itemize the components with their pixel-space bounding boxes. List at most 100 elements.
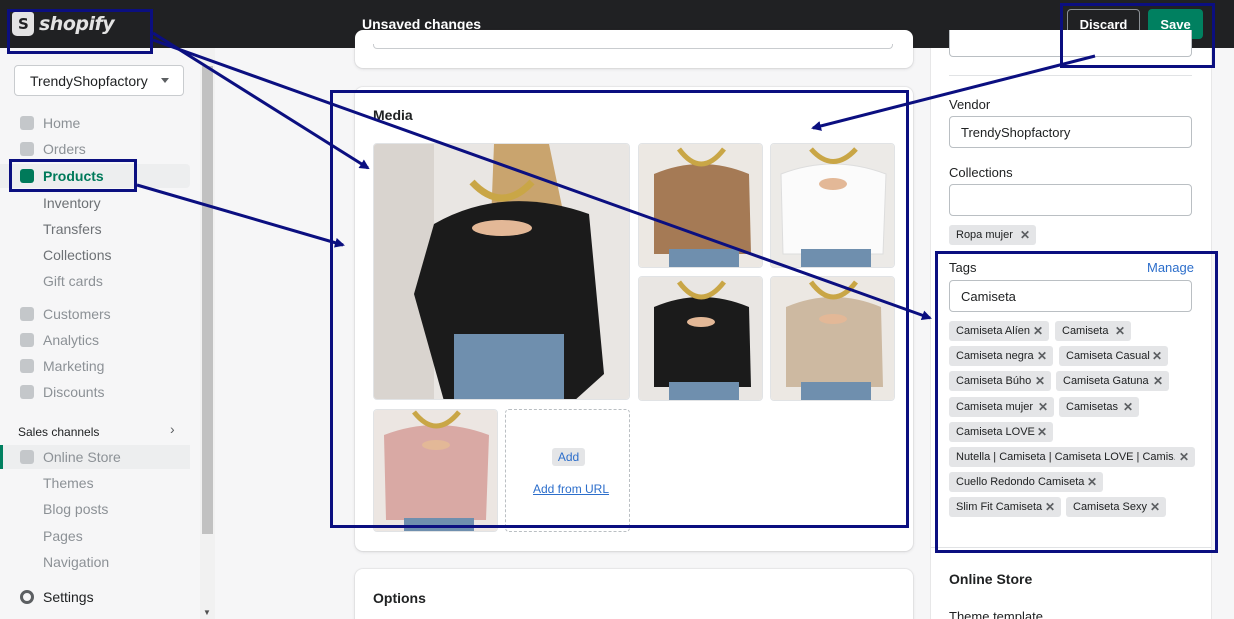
nav-analytics[interactable]: Analytics	[0, 328, 190, 352]
add-media-dropzone[interactable]: Add Add from URL	[505, 409, 630, 532]
collections-input[interactable]	[949, 184, 1192, 216]
tag-chip: Camisetas ✕	[1059, 397, 1139, 417]
nav-products[interactable]: Products	[0, 164, 190, 188]
theme-template-label: Theme template	[949, 609, 1043, 619]
media-image-6[interactable]	[373, 409, 498, 532]
remove-icon[interactable]: ✕	[1087, 472, 1097, 492]
store-icon	[20, 450, 34, 464]
previous-section-card	[355, 30, 913, 68]
gear-icon	[20, 590, 34, 604]
sales-channels-heading: Sales channels	[18, 425, 100, 439]
tag-chip: Camiseta Sexy ✕	[1066, 497, 1166, 517]
tag-chip: Camiseta Búho ✕	[949, 371, 1051, 391]
chip-label: Camiseta mujer	[956, 401, 1034, 413]
remove-icon[interactable]: ✕	[1020, 225, 1030, 245]
media-image-main[interactable]	[373, 143, 630, 400]
divider	[931, 547, 1211, 548]
nav-label: Orders	[43, 141, 86, 157]
vendor-input[interactable]: TrendyShopfactory	[949, 116, 1192, 148]
nav-orders[interactable]: Orders	[0, 137, 190, 161]
chevron-right-icon[interactable]: ›	[170, 421, 175, 437]
sidebar: TrendyShopfactory Home Orders Products I…	[0, 48, 200, 619]
nav-customers[interactable]: Customers	[0, 302, 190, 326]
nav-label: Analytics	[43, 332, 100, 348]
chip-label: Camiseta LOVE	[956, 426, 1035, 438]
orders-icon	[20, 142, 34, 156]
remove-icon[interactable]: ✕	[1035, 371, 1045, 391]
collections-label: Collections	[949, 165, 1013, 180]
media-image-4[interactable]	[638, 276, 763, 401]
add-from-url-link[interactable]: Add from URL	[533, 482, 609, 496]
nav-discounts[interactable]: Discounts	[0, 380, 190, 404]
nav-transfers[interactable]: Transfers	[43, 221, 102, 237]
nav-label: Marketing	[43, 358, 105, 374]
customers-icon	[20, 307, 34, 321]
nav-themes[interactable]: Themes	[43, 475, 94, 491]
remove-icon[interactable]: ✕	[1174, 447, 1189, 467]
nav-navigation[interactable]: Navigation	[43, 554, 109, 570]
media-image-2[interactable]	[638, 143, 763, 268]
collection-chip: Ropa mujer ✕	[949, 225, 1036, 245]
shopify-logo[interactable]: shopify	[12, 12, 115, 36]
tag-chip: Slim Fit Camiseta ✕	[949, 497, 1061, 517]
options-title: Options	[373, 590, 426, 606]
tags-input[interactable]: Camiseta	[949, 280, 1192, 312]
remove-icon[interactable]: ✕	[1045, 497, 1055, 517]
nav-inventory[interactable]: Inventory	[43, 195, 101, 211]
remove-icon[interactable]: ✕	[1152, 346, 1162, 366]
chip-label: Camiseta Alíen	[956, 325, 1030, 337]
nav-pages[interactable]: Pages	[43, 528, 83, 544]
home-icon	[20, 116, 34, 130]
remove-icon[interactable]: ✕	[1153, 371, 1163, 391]
nav-collections[interactable]: Collections	[43, 247, 111, 263]
tags-label: Tags	[949, 260, 977, 275]
scroll-thumb[interactable]	[202, 66, 213, 534]
remove-icon[interactable]: ✕	[1038, 397, 1048, 417]
marketing-icon	[20, 359, 34, 373]
analytics-icon	[20, 333, 34, 347]
nav-blog-posts[interactable]: Blog posts	[43, 501, 108, 517]
chip-label: Ropa mujer	[956, 229, 1013, 241]
add-media-button[interactable]: Add	[552, 448, 585, 466]
nav-marketing[interactable]: Marketing	[0, 354, 190, 378]
chip-label: Slim Fit Camiseta	[956, 501, 1043, 513]
tag-chip: Camiseta Casual ✕	[1059, 346, 1168, 366]
online-store-title: Online Store	[949, 571, 1033, 587]
store-name: TrendyShopfactory	[30, 73, 148, 89]
logo-text: shopify	[39, 13, 115, 35]
chip-label: Cuello Redondo Camiseta	[956, 476, 1085, 488]
remove-icon[interactable]: ✕	[1123, 397, 1133, 417]
divider	[949, 75, 1192, 76]
tag-chip: Cuello Redondo Camiseta ✕	[949, 472, 1103, 492]
discounts-icon	[20, 385, 34, 399]
remove-icon[interactable]: ✕	[1037, 422, 1047, 442]
remove-icon[interactable]: ✕	[1033, 321, 1043, 341]
remove-icon[interactable]: ✕	[1037, 346, 1047, 366]
chip-label: Camiseta	[1062, 325, 1109, 337]
chip-label: Camisetas	[1066, 401, 1118, 413]
nav-online-store[interactable]: Online Store	[0, 445, 190, 469]
tag-chip: Camiseta ✕	[1055, 321, 1131, 341]
options-card	[355, 569, 913, 619]
tag-chip: Camiseta Gatuna ✕	[1056, 371, 1169, 391]
store-selector[interactable]: TrendyShopfactory	[14, 65, 184, 96]
tag-chip: Camiseta LOVE ✕	[949, 422, 1053, 442]
sidebar-scrollbar[interactable]: ▼	[200, 48, 215, 619]
manage-tags-link[interactable]: Manage	[1147, 260, 1194, 275]
scroll-down-icon[interactable]: ▼	[203, 608, 211, 617]
product-type-field[interactable]	[949, 30, 1192, 57]
remove-icon[interactable]: ✕	[1115, 321, 1125, 341]
media-image-3[interactable]	[770, 143, 895, 268]
nav-gift-cards[interactable]: Gift cards	[43, 273, 103, 289]
settings-label: Settings	[43, 589, 94, 605]
chip-label: Camiseta negra	[956, 350, 1034, 362]
media-image-5[interactable]	[770, 276, 895, 401]
remove-icon[interactable]: ✕	[1150, 497, 1160, 517]
nav-label: Discounts	[43, 384, 105, 400]
nav-label: Online Store	[43, 449, 121, 465]
caret-down-icon	[161, 78, 169, 83]
tag-chip: Camiseta Alíen ✕	[949, 321, 1049, 341]
nav-settings[interactable]: Settings	[20, 589, 94, 605]
chip-label: Camiseta Casual	[1066, 350, 1150, 362]
nav-home[interactable]: Home	[0, 111, 190, 135]
